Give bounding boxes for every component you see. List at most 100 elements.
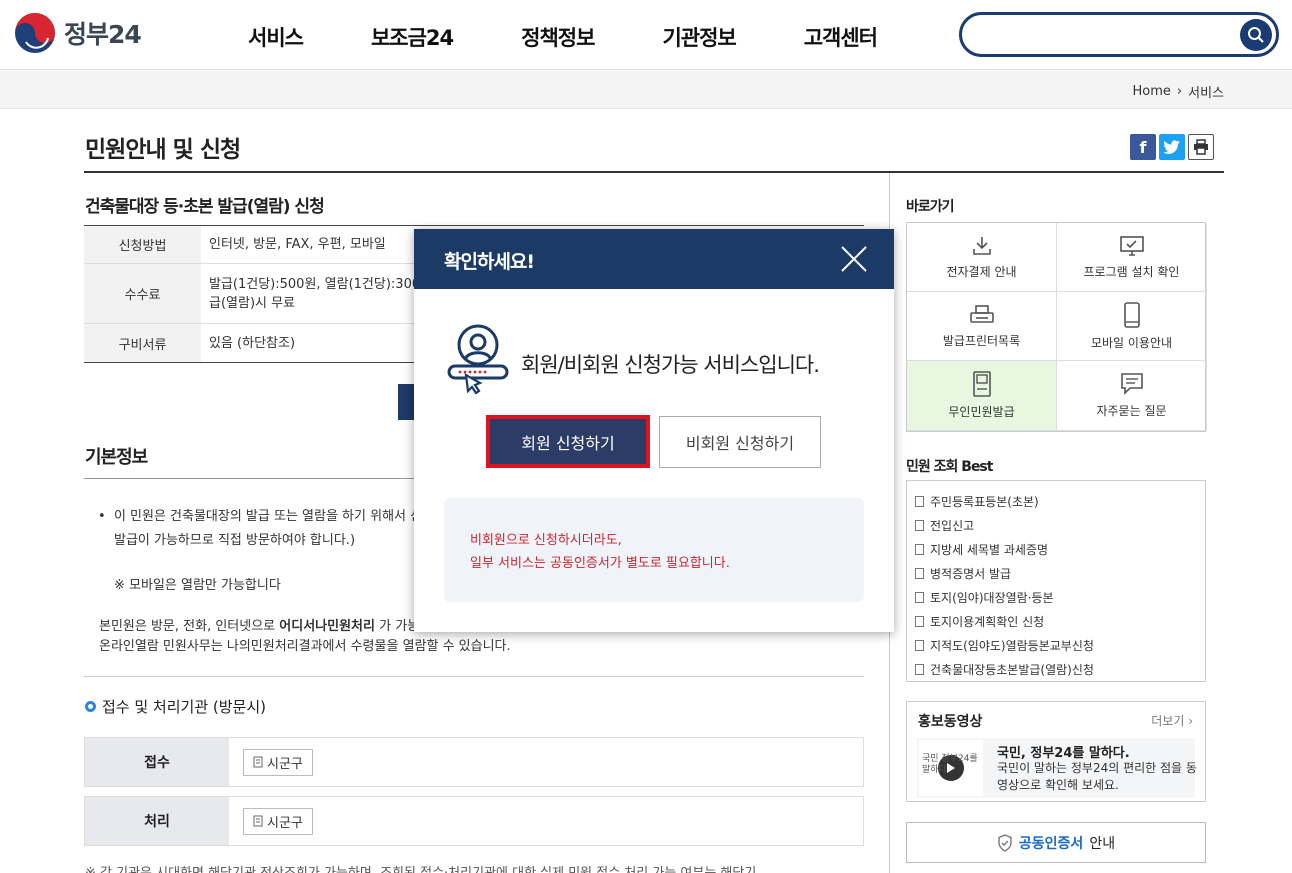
modal-title: 확인하세요! <box>444 251 535 273</box>
agency-chip[interactable]: 시군구 <box>243 807 313 835</box>
quick-links-heading: 바로가기 <box>906 199 955 215</box>
breadcrumb-bar: Home › 서비스 <box>0 71 1292 109</box>
agency-chip[interactable]: 시군구 <box>243 748 313 776</box>
promo-video-item[interactable]: 국민 정부24를 말하다 국민, 정부24를 말하다. 국민이 말하는 정부24… <box>917 738 1197 798</box>
list-item[interactable]: 병적증명서 발급 <box>915 561 1205 585</box>
section-divider <box>84 676 864 677</box>
search-button[interactable] <box>1240 19 1272 51</box>
nav-services[interactable]: 서비스 <box>248 22 304 52</box>
quick-link-program-check[interactable]: 프로그램 설치 확인 <box>1057 223 1207 292</box>
quick-link-faq[interactable]: 자주묻는 질문 <box>1057 361 1207 431</box>
more-link[interactable]: 더보기 › <box>1151 712 1193 729</box>
fee-line-2: 급(열람)시 무료 <box>209 295 296 311</box>
bullet-dot: • <box>98 509 114 524</box>
mobile-icon <box>1123 301 1140 328</box>
list-item[interactable]: 지방세 세목별 과세증명 <box>915 537 1205 561</box>
guest-apply-button[interactable]: 비회원 신청하기 <box>659 416 821 468</box>
chat-icon <box>1120 373 1143 395</box>
quick-links-grid: 전자결제 안내 프로그램 설치 확인 발급프린터목록 모바일 이용안내 무인민원… <box>906 222 1207 432</box>
search-icon <box>1248 27 1264 43</box>
document-icon <box>915 519 924 531</box>
list-item[interactable]: 토지이용계획확인 신청 <box>915 609 1205 633</box>
best-services-list: 주민등록표등본(초본) 전입신고 지방세 세목별 과세증명 병적증명서 발급 토… <box>906 480 1206 682</box>
main-nav: 서비스 보조금24 정책정보 기관정보 고객센터 <box>248 22 945 52</box>
page-title: 민원안내 및 신청 <box>85 137 241 163</box>
site-header: 정부24 서비스 보조금24 정책정보 기관정보 고객센터 <box>0 0 1292 70</box>
nav-subsidy[interactable]: 보조금24 <box>371 22 454 52</box>
breadcrumb-services[interactable]: 서비스 <box>1188 82 1224 101</box>
modal-message: 회원/비회원 신청가능 서비스입니다. <box>521 353 820 377</box>
document-icon <box>915 615 924 627</box>
list-item[interactable]: 토지(임야)대장열람·등본 <box>915 585 1205 609</box>
thumbnail-text: 국민 정부24를 말하다 <box>922 754 978 775</box>
nav-support[interactable]: 고객센터 <box>804 22 878 52</box>
list-item[interactable]: 주민등록표등본(초본) <box>915 489 1205 513</box>
circle-bullet-icon <box>85 701 96 712</box>
best-services-heading: 민원 조회 Best <box>906 459 993 475</box>
quick-link-mobile-guide[interactable]: 모바일 이용안내 <box>1057 292 1207 361</box>
notice-line-1: 비회원으로 신청하시더라도, <box>470 533 622 548</box>
row-label: 구비서류 <box>84 324 201 362</box>
kiosk-icon <box>972 371 991 397</box>
mobile-note: ※ 모바일은 열람만 가능합니다 <box>114 578 281 593</box>
close-icon[interactable] <box>838 243 870 275</box>
nav-policy[interactable]: 정책정보 <box>521 22 595 52</box>
share-buttons: f <box>1130 134 1214 160</box>
shield-icon <box>998 833 1012 852</box>
nav-agency[interactable]: 기관정보 <box>662 22 736 52</box>
modal-header: 확인하세요! <box>414 229 894 289</box>
confirm-modal: 확인하세요! 회원/비회원 신청가능 서비스입니다. 회원 신청하기 비회원 신… <box>414 229 894 632</box>
row-label: 처리 <box>85 797 229 845</box>
list-item[interactable]: 건축물대장등초본발급(열람)신청 <box>915 657 1205 681</box>
row-label: 수수료 <box>84 264 201 323</box>
download-icon <box>972 236 991 255</box>
certificate-guide-button[interactable]: 공동인증서 안내 <box>906 822 1206 863</box>
monitor-icon <box>1119 235 1144 256</box>
facebook-icon[interactable]: f <box>1130 134 1156 160</box>
twitter-icon[interactable] <box>1159 134 1185 160</box>
promo-heading: 홍보동영상 <box>918 714 983 730</box>
service-subtitle: 건축물대장 등·초본 발급(열람) 신청 <box>85 197 325 217</box>
promo-title: 국민, 정부24를 말하다. <box>997 746 1130 761</box>
document-icon <box>915 663 924 675</box>
promo-video-box: 홍보동영상 더보기 › 국민 정부24를 말하다 국민, 정부24를 말하다. … <box>906 701 1206 802</box>
quick-link-printer-list[interactable]: 발급프린터목록 <box>907 292 1057 361</box>
agency-row-receive: 접수 시군구 <box>84 737 864 787</box>
building-icon <box>253 815 263 827</box>
search-box <box>959 12 1279 57</box>
basic-info-para1: 본민원은 방문, 전화, 인터넷으로 어디서나민원처리 가 가능 <box>99 619 420 634</box>
quick-link-e-payment[interactable]: 전자결제 안내 <box>907 223 1057 292</box>
printer-icon <box>969 304 994 323</box>
title-divider <box>84 171 1224 173</box>
agency-heading: 접수 및 처리기관 (방문시) <box>85 696 266 717</box>
quick-link-kiosk[interactable]: 무인민원발급 <box>907 361 1057 431</box>
notice-line-2: 일부 서비스는 공동인증서가 별도로 필요합니다. <box>470 556 730 571</box>
member-apply-button[interactable]: 회원 신청하기 <box>486 415 650 468</box>
document-icon <box>915 543 924 555</box>
agency-row-process: 처리 시군구 <box>84 796 864 846</box>
document-icon <box>915 591 924 603</box>
basic-info-heading: 기본정보 <box>85 447 148 468</box>
document-icon <box>915 567 924 579</box>
anywhere-service-link[interactable]: 어디서나민원처리 <box>279 619 375 634</box>
basic-info-para2: 온라인열람 민원사무는 나의민원처리결과에서 수령물을 열람할 수 있습니다. <box>99 639 511 654</box>
basic-info-bullet: • 이 민원은 건축물대장의 발급 또는 열람을 하기 위해서 신 <box>98 509 423 524</box>
video-thumbnail[interactable]: 국민 정부24를 말하다 <box>919 740 983 796</box>
breadcrumb: Home › 서비스 <box>1133 82 1224 101</box>
document-icon <box>915 639 924 651</box>
agency-footnote: ※ 각 기관은 시대화면 해당기관 전산조회가 가능하며, 조회된 접수·처리기… <box>85 862 756 873</box>
member-login-icon <box>447 324 509 395</box>
logo[interactable]: 정부24 <box>14 12 142 54</box>
promo-description: 국민이 말하는 정부24의 편리한 점을 동영상으로 확인해 보세요. <box>997 761 1197 792</box>
row-label: 신청방법 <box>84 226 201 263</box>
taegeuk-logo-icon <box>15 13 55 53</box>
list-item[interactable]: 지적도(임야도)열람등본교부신청 <box>915 633 1205 657</box>
document-icon <box>915 495 924 507</box>
print-icon[interactable] <box>1188 134 1214 160</box>
modal-notice: 비회원으로 신청하시더라도, 일부 서비스는 공동인증서가 별도로 필요합니다. <box>444 498 864 602</box>
list-item[interactable]: 전입신고 <box>915 513 1205 537</box>
search-input[interactable] <box>978 23 1238 47</box>
breadcrumb-home[interactable]: Home <box>1133 84 1171 99</box>
basic-info-line2: 발급이 가능하므로 직접 방문하여야 합니다.) <box>114 533 356 548</box>
chevron-right-icon: › <box>1176 84 1183 99</box>
